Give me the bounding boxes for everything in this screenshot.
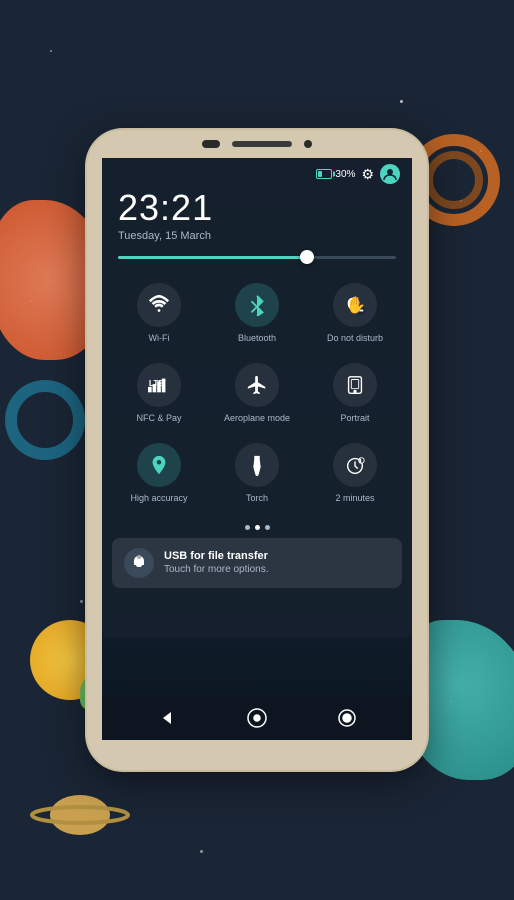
qs-item-location[interactable]: High accuracy bbox=[110, 433, 208, 513]
page-dots bbox=[102, 521, 412, 534]
location-icon bbox=[148, 454, 170, 476]
battery-percentage: 30% bbox=[335, 169, 355, 180]
timer-icon: ! bbox=[344, 454, 366, 476]
lte-icon: LTE bbox=[148, 374, 170, 396]
dot-0 bbox=[245, 525, 250, 530]
svg-text:✋: ✋ bbox=[346, 295, 366, 314]
qs-item-portrait[interactable]: Portrait bbox=[306, 353, 404, 433]
airplane-icon-wrap bbox=[235, 363, 279, 407]
clock-date: Tuesday, 15 March bbox=[118, 230, 396, 242]
qs-item-timer[interactable]: ! 2 minutes bbox=[306, 433, 404, 513]
clock-section: 23:21 Tuesday, 15 March bbox=[102, 184, 412, 250]
phone-sensor bbox=[304, 140, 312, 148]
bottom-navigation bbox=[102, 696, 412, 740]
dnd-label: Do not disturb bbox=[327, 333, 383, 343]
torch-label: Torch bbox=[246, 493, 268, 503]
portrait-icon-wrap bbox=[333, 363, 377, 407]
airplane-label: Aeroplane mode bbox=[224, 413, 290, 423]
brightness-thumb[interactable] bbox=[300, 250, 314, 264]
nav-home-button[interactable] bbox=[245, 706, 269, 730]
qs-item-lte[interactable]: LTE NFC & Pay bbox=[110, 353, 208, 433]
settings-icon[interactable]: ⚙ bbox=[361, 166, 374, 183]
quick-settings-grid: Wi-Fi Bluetooth bbox=[102, 265, 412, 521]
phone-camera bbox=[202, 140, 220, 148]
bluetooth-icon-wrap bbox=[235, 283, 279, 327]
bluetooth-label: Bluetooth bbox=[238, 333, 276, 343]
notif-text: USB for file transfer Touch for more opt… bbox=[164, 550, 390, 575]
dot-2 bbox=[265, 525, 270, 530]
status-bar: 30% ⚙ bbox=[102, 158, 412, 184]
nav-back-button[interactable] bbox=[155, 706, 179, 730]
brightness-fill bbox=[118, 256, 307, 259]
brightness-slider-section[interactable] bbox=[102, 250, 412, 265]
battery-indicator: 30% bbox=[316, 169, 355, 180]
notification-panel: 30% ⚙ 23:21 Tuesday, 15 March bbox=[102, 158, 412, 638]
location-icon-wrap bbox=[137, 443, 181, 487]
dnd-hand-icon: ✋ bbox=[344, 294, 366, 316]
portrait-label: Portrait bbox=[340, 413, 369, 423]
torch-icon-wrap bbox=[235, 443, 279, 487]
phone-speaker bbox=[232, 141, 292, 147]
battery-fill bbox=[318, 171, 322, 177]
notif-app-icon bbox=[124, 548, 154, 578]
bluetooth-icon bbox=[246, 294, 268, 316]
deco-blue-ring bbox=[5, 380, 85, 460]
phone-bottom-bar bbox=[87, 742, 427, 770]
timer-icon-wrap: ! bbox=[333, 443, 377, 487]
svg-text:!: ! bbox=[360, 458, 361, 463]
airplane-icon bbox=[246, 374, 268, 396]
notif-title: USB for file transfer bbox=[164, 550, 390, 562]
qs-item-airplane[interactable]: Aeroplane mode bbox=[208, 353, 306, 433]
portrait-icon bbox=[344, 374, 366, 396]
wifi-icon bbox=[148, 294, 170, 316]
deco-planet bbox=[30, 780, 130, 840]
clock-time: 23:21 bbox=[118, 188, 396, 228]
notification-card[interactable]: USB for file transfer Touch for more opt… bbox=[112, 538, 402, 588]
location-label: High accuracy bbox=[130, 493, 187, 503]
wifi-label: Wi-Fi bbox=[149, 333, 170, 343]
qs-item-torch[interactable]: Torch bbox=[208, 433, 306, 513]
phone-frame: 30% ⚙ 23:21 Tuesday, 15 March bbox=[87, 130, 427, 770]
qs-item-wifi[interactable]: Wi-Fi bbox=[110, 273, 208, 353]
dnd-icon-wrap: ✋ bbox=[333, 283, 377, 327]
notif-subtitle: Touch for more options. bbox=[164, 564, 390, 575]
phone-screen: 30% ⚙ 23:21 Tuesday, 15 March bbox=[102, 158, 412, 740]
phone-top-bar bbox=[87, 130, 427, 158]
qs-item-bluetooth[interactable]: Bluetooth bbox=[208, 273, 306, 353]
lte-label: NFC & Pay bbox=[136, 413, 181, 423]
nav-recents-button[interactable] bbox=[335, 706, 359, 730]
wifi-icon-wrap bbox=[137, 283, 181, 327]
dot-1 bbox=[255, 525, 260, 530]
battery-icon bbox=[316, 169, 332, 179]
brightness-track[interactable] bbox=[118, 256, 396, 259]
qs-item-dnd[interactable]: ✋ Do not disturb bbox=[306, 273, 404, 353]
account-avatar[interactable] bbox=[380, 164, 400, 184]
timer-label: 2 minutes bbox=[335, 493, 374, 503]
torch-icon bbox=[246, 454, 268, 476]
lte-icon-wrap: LTE bbox=[137, 363, 181, 407]
